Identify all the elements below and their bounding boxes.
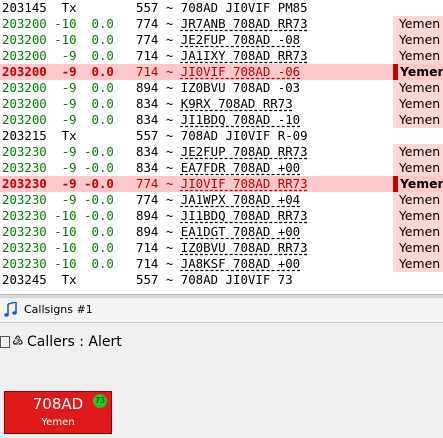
log-row-meta: 203230 -9 -0.0 xyxy=(2,160,114,175)
log-row-country: Yemen xyxy=(393,160,443,176)
log-row-message: 714 ~ IZ0BVU 708AD RR73 xyxy=(136,240,308,255)
log-row-meta: 203200 -9 0.0 xyxy=(2,48,114,63)
log-row-country: Yemen xyxy=(393,144,443,160)
log-row[interactable]: 203230 -10 0.0 714 ~ IZ0BVU 708AD RR73 Yem… xyxy=(0,240,443,256)
log-row[interactable]: 203200 -9 0.0 894 ~ IZ0BVU 708AD -03 Yemen xyxy=(0,80,443,96)
log-row-meta: 203200 -9 0.0 xyxy=(2,96,114,111)
log-row[interactable]: 203230 -9 -0.0 774 ~ JI0VIF 708AD RR73 Yem… xyxy=(0,176,443,192)
log-row-meta: 203215 Tx xyxy=(2,128,77,143)
log-row-message: 834 ~ JE2FUP 708AD RR73 xyxy=(136,144,308,159)
log-row-message: 714 ~ JA1IXY 708AD RR73 xyxy=(136,48,308,63)
log-row-meta: 203245 Tx xyxy=(2,272,77,287)
log-row-meta: 203230 -10 -0.0 xyxy=(2,208,114,223)
log-row-message: 714 ~ JA8KSF 708AD +00 xyxy=(136,256,301,271)
log-row-message: 774 ~ JA1WPX 708AD +04 xyxy=(136,192,301,207)
music-note-icon xyxy=(4,302,17,317)
panel-title-text: Callers : Alert xyxy=(27,334,122,350)
log-row-message: 894 ~ EA1DGT 708AD +00 xyxy=(136,224,301,239)
log-row[interactable]: 203200 -10 0.0 774 ~ JR7ANB 708AD RR73 Yem… xyxy=(0,16,443,32)
log-row[interactable]: 203200 -9 0.0 834 ~ JI1BDQ 708AD -10 Yemen xyxy=(0,112,443,128)
log-row[interactable]: 203230 -10 -0.0 894 ~ JI1BDQ 708AD RR73 Ye… xyxy=(0,208,443,224)
callsigns-tab[interactable]: Callsigns #1 xyxy=(0,299,443,323)
log-row-country: Yemen xyxy=(393,256,443,272)
log-row[interactable]: 203145 Tx 557 ~ 708AD JI0VIF PM85 xyxy=(0,0,443,16)
log-row[interactable]: 203230 -9 -0.0 834 ~ JE2FUP 708AD RR73 Yem… xyxy=(0,144,443,160)
log-row-meta: 203230 -10 0.0 xyxy=(2,256,114,271)
log-row-country: Yemen xyxy=(393,80,443,96)
log-row-country: Yemen xyxy=(393,48,443,64)
log-row-message: 557 ~ 708AD JI0VIF PM85 xyxy=(136,0,308,15)
log-row[interactable]: 203230 -10 0.0 894 ~ EA1DGT 708AD +00 Yeme… xyxy=(0,224,443,240)
decode-log[interactable]: 203145 Tx 557 ~ 708AD JI0VIF PM85 203200 -… xyxy=(0,0,443,294)
log-row[interactable]: 203245 Tx 557 ~ 708AD JI0VIF 73 xyxy=(0,272,443,288)
log-row-message: 834 ~ EA7FDR 708AD +00 xyxy=(136,160,301,175)
log-row-country: Yemen xyxy=(393,240,443,256)
log-row[interactable]: 203230 -9 -0.0 834 ~ EA7FDR 708AD +00 Yeme… xyxy=(0,160,443,176)
splitter[interactable] xyxy=(0,294,443,298)
log-row-meta: 203230 -9 -0.0 xyxy=(2,176,114,191)
log-row[interactable]: 203200 -10 0.0 774 ~ JE2FUP 708AD -08 Yeme… xyxy=(0,32,443,48)
log-row-country: Yemen xyxy=(393,208,443,224)
log-row[interactable]: 203200 -9 0.0 834 ~ K9RX 708AD RR73 Yemen xyxy=(0,96,443,112)
log-row-country: Yemen xyxy=(393,32,443,48)
log-row-message: 774 ~ JE2FUP 708AD -08 xyxy=(136,32,301,47)
log-row-message: 714 ~ JI0VIF 708AD -06 xyxy=(136,64,301,79)
pin-icon[interactable]: ♵ xyxy=(12,334,24,349)
log-row[interactable]: 203230 -9 -0.0 774 ~ JA1WPX 708AD +04 Yeme… xyxy=(0,192,443,208)
caller-tile[interactable]: 708AD 73 Yemen xyxy=(4,391,112,434)
log-row-message: 834 ~ K9RX 708AD RR73 xyxy=(136,96,293,111)
caller-country: Yemen xyxy=(41,417,75,428)
log-row-country: Yemen xyxy=(393,224,443,240)
log-row-meta: 203200 -9 0.0 xyxy=(2,80,114,95)
log-row-country: Yemen xyxy=(393,64,443,80)
log-row-meta: 203230 -10 0.0 xyxy=(2,224,114,239)
log-row-message: 774 ~ JI0VIF 708AD RR73 xyxy=(136,176,308,191)
log-row-meta: 203200 -10 0.0 xyxy=(2,32,114,47)
log-row-country: Yemen xyxy=(393,96,443,112)
log-row-country: Yemen xyxy=(393,112,443,128)
log-row-message: 894 ~ IZ0BVU 708AD -03 xyxy=(136,80,301,95)
log-row-country: Yemen xyxy=(393,176,443,192)
callers-panel: ♵ Callers : Alert 708AD 73 Yemen xyxy=(0,324,443,438)
log-row-message: 834 ~ JI1BDQ 708AD -10 xyxy=(136,112,301,127)
caller-badge: 73 xyxy=(93,394,107,408)
log-row-message: 774 ~ JR7ANB 708AD RR73 xyxy=(136,16,308,31)
log-row[interactable]: 203200 -9 0.0 714 ~ JA1IXY 708AD RR73 Yeme… xyxy=(0,48,443,64)
log-row-meta: 203230 -10 0.0 xyxy=(2,240,114,255)
restore-icon[interactable] xyxy=(0,336,10,348)
log-row[interactable]: 203200 -9 0.0 714 ~ JI0VIF 708AD -06 Yemen xyxy=(0,64,443,80)
callsigns-tab-label: Callsigns #1 xyxy=(24,303,93,316)
log-row-meta: 203200 -9 0.0 xyxy=(2,112,114,127)
log-row-message: 894 ~ JI1BDQ 708AD RR73 xyxy=(136,208,308,223)
log-row[interactable]: 203230 -10 0.0 714 ~ JA8KSF 708AD +00 Yeme… xyxy=(0,256,443,272)
log-row-message: 557 ~ 708AD JI0VIF R-09 xyxy=(136,128,308,143)
log-row-meta: 203145 Tx xyxy=(2,0,77,15)
log-row-message: 557 ~ 708AD JI0VIF 73 xyxy=(136,272,293,287)
log-row-meta: 203200 -9 0.0 xyxy=(2,64,114,79)
log-row-meta: 203230 -9 -0.0 xyxy=(2,144,114,159)
log-row-country: Yemen xyxy=(393,16,443,32)
log-row[interactable]: 203215 Tx 557 ~ 708AD JI0VIF R-09 xyxy=(0,128,443,144)
log-row-meta: 203200 -10 0.0 xyxy=(2,16,114,31)
log-row-meta: 203230 -9 -0.0 xyxy=(2,192,114,207)
log-row-country: Yemen xyxy=(393,192,443,208)
